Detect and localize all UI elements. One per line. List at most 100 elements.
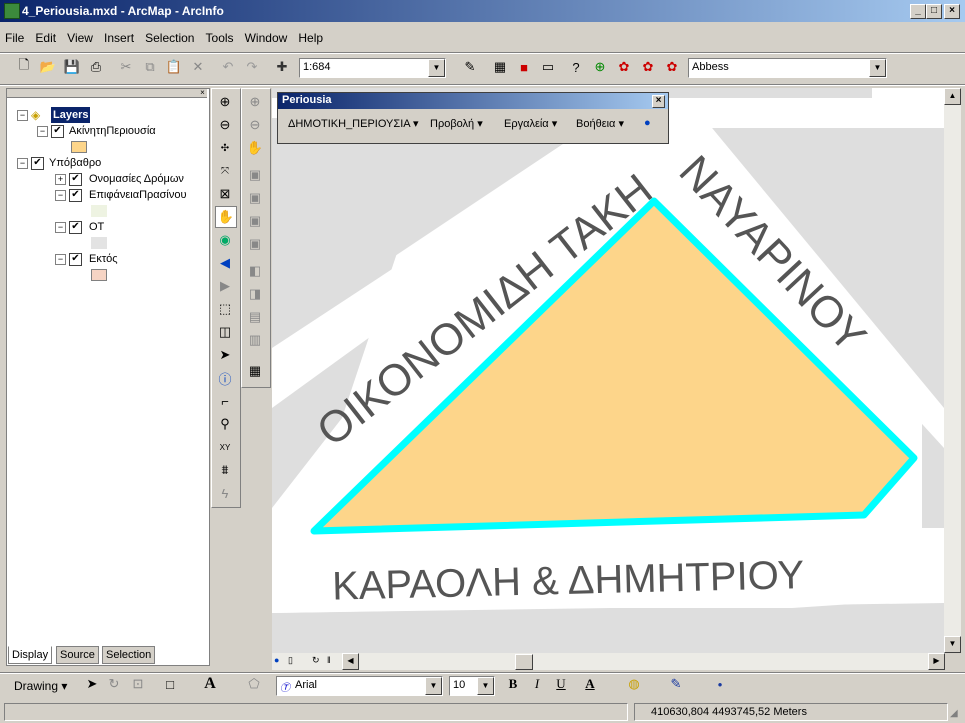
menu-tools[interactable]: Tools — [203, 28, 237, 48]
layers-root[interactable]: Layers — [51, 107, 91, 123]
chevron-down-icon[interactable]: ▼ — [477, 677, 494, 695]
scroll-down-icon[interactable]: ▼ — [944, 636, 961, 653]
toggle-draft-icon[interactable]: ▥ — [245, 330, 265, 350]
text-tool-icon[interactable]: A — [200, 674, 220, 694]
measure-icon[interactable]: ⩩ — [215, 460, 235, 480]
fixed-zoom-out-page-icon[interactable]: ▣ — [245, 234, 265, 254]
whats-this-icon[interactable]: ? — [566, 57, 586, 77]
previous-extent-icon[interactable]: ◧ — [245, 261, 265, 281]
font-size-combo[interactable]: 10 ▼ — [449, 676, 495, 696]
fixed-zoom-in-icon[interactable]: ✣ — [215, 138, 235, 158]
layer-ot[interactable]: ΟΤ — [89, 219, 104, 235]
zoom-in-icon[interactable]: ⊕ — [215, 92, 235, 112]
layer-ektos[interactable]: Εκτός — [89, 251, 118, 267]
layer-onomasies-dromon[interactable]: Ονομασίες Δρόμων — [89, 171, 184, 187]
label-weight-icon[interactable]: ✿ — [638, 57, 658, 77]
font-combo[interactable]: Ⓣ Arial ▼ — [276, 676, 443, 696]
layer-visibility-checkbox[interactable]: ✔ — [69, 173, 82, 186]
fill-color-icon[interactable]: ◍ — [624, 674, 644, 694]
layout-zoom-out-icon[interactable]: ⊖ — [245, 115, 265, 135]
tab-source[interactable]: Source — [56, 646, 99, 664]
chevron-down-icon[interactable]: ▼ — [425, 677, 442, 695]
collapse-icon[interactable]: − — [55, 222, 66, 233]
back-arrow-icon[interactable]: ◀ — [215, 253, 235, 273]
minimize-button[interactable]: _ — [910, 4, 926, 19]
arccatalog-icon[interactable]: ▦ — [490, 57, 510, 77]
menu-help[interactable]: Help — [295, 28, 326, 48]
print-icon[interactable]: ⎙ — [86, 57, 106, 77]
label-priority-icon[interactable]: ✿ — [662, 57, 682, 77]
close-button[interactable]: × — [944, 4, 960, 19]
periousia-toolbar-caption[interactable]: Periousia × — [278, 93, 668, 109]
paste-icon[interactable]: 📋 — [164, 57, 184, 77]
focus-data-frame-icon[interactable]: ▦ — [245, 361, 265, 381]
scroll-left-icon[interactable]: ◀ — [342, 653, 359, 670]
horizontal-scrollbar[interactable]: ● ▯ ↻ ‖ ◀ ▶ — [272, 653, 945, 670]
editor-toolbar-icon[interactable]: ✎ — [460, 57, 480, 77]
layer-visibility-checkbox[interactable]: ✔ — [31, 157, 44, 170]
layer-akinhth-periousia[interactable]: ΑκίνητηΠεριουσία — [69, 123, 156, 139]
collapse-icon[interactable]: − — [55, 190, 66, 201]
save-icon[interactable]: 💾 — [62, 57, 82, 77]
scroll-up-icon[interactable]: ▲ — [944, 88, 961, 105]
zoom-whole-page-icon[interactable]: ▣ — [245, 165, 265, 185]
zoom-to-selected-icon[interactable]: ⊡ — [128, 674, 148, 694]
zoom-out-icon[interactable]: ⊖ — [215, 115, 235, 135]
identify-info-icon[interactable]: ⓘ — [215, 368, 235, 388]
layer-symbol[interactable] — [91, 205, 107, 217]
layer-visibility-checkbox[interactable]: ✔ — [51, 125, 64, 138]
layer-visibility-checkbox[interactable]: ✔ — [69, 221, 82, 234]
map-view[interactable]: ΟΙΚΟΝΟΜΙΔΗ ΤΑΚΗ ΝΑΥΑΡΙΝΟΥ ΚΑΡΑΟΛΗ & ΔΗΜΗ… — [272, 88, 944, 653]
maximize-button[interactable]: □ — [926, 4, 942, 19]
layer-symbol[interactable] — [71, 141, 87, 153]
scroll-thumb[interactable] — [515, 654, 533, 670]
expand-icon[interactable]: + — [55, 174, 66, 185]
label-font-combo[interactable]: Abbess ▼ — [688, 58, 887, 78]
globe-icon[interactable]: ● — [644, 117, 651, 129]
zoom-percent-icon[interactable]: ▤ — [245, 307, 265, 327]
layer-visibility-checkbox[interactable]: ✔ — [69, 189, 82, 202]
layer-epifaneia-prasinou[interactable]: ΕπιφάνειαΠρασίνου — [89, 187, 187, 203]
lightning-icon[interactable]: ϟ — [215, 483, 235, 503]
menu-view[interactable]: View — [64, 28, 96, 48]
italic-icon[interactable]: I — [527, 674, 547, 694]
drawing-menu[interactable]: Drawing ▾ — [14, 679, 67, 693]
forward-arrow-icon[interactable]: ▶ — [215, 276, 235, 296]
menu-window[interactable]: Window — [242, 28, 291, 48]
chevron-down-icon[interactable]: ▼ — [869, 59, 886, 77]
delete-icon[interactable]: ✕ — [188, 57, 208, 77]
fixed-zoom-in-page-icon[interactable]: ▣ — [245, 211, 265, 231]
cut-icon[interactable]: ✂ — [116, 57, 136, 77]
arctoolbox-icon[interactable]: ■ — [514, 57, 534, 77]
refresh-icon[interactable]: ↻ — [312, 655, 322, 667]
scroll-right-icon[interactable]: ▶ — [928, 653, 945, 670]
menu-voitheia[interactable]: Βοήθεια ▾ — [576, 117, 624, 130]
map-scale-combo[interactable]: 1:684 ▼ — [299, 58, 446, 78]
command-line-icon[interactable]: ▭ — [538, 57, 558, 77]
menu-file[interactable]: File — [2, 28, 27, 48]
layout-zoom-in-icon[interactable]: ⊕ — [245, 92, 265, 112]
new-document-icon[interactable]: 🗋 — [14, 57, 34, 77]
find-binoculars-icon[interactable]: ⚲ — [215, 414, 235, 434]
menu-edit[interactable]: Edit — [32, 28, 59, 48]
select-features-icon[interactable]: ⬚ — [215, 299, 235, 319]
redo-icon[interactable]: ↷ — [242, 57, 262, 77]
collapse-icon[interactable]: − — [17, 110, 28, 121]
go-to-xy-icon[interactable]: XY — [215, 437, 235, 457]
rectangle-icon[interactable]: □ — [160, 674, 180, 694]
select-elements-arrow-icon[interactable]: ➤ — [215, 345, 235, 365]
tab-display[interactable]: Display — [8, 646, 53, 664]
open-folder-icon[interactable]: 📂 — [38, 57, 58, 77]
tab-selection[interactable]: Selection — [102, 646, 156, 664]
next-extent-icon[interactable]: ◨ — [245, 284, 265, 304]
data-view-icon[interactable]: ● — [274, 655, 284, 667]
menu-selection[interactable]: Selection — [142, 28, 197, 48]
close-icon[interactable]: × — [652, 95, 665, 108]
zoom-to-layer-icon[interactable]: ⊠ — [215, 184, 235, 204]
bold-icon[interactable]: B — [503, 674, 523, 694]
font-color-icon[interactable]: A — [580, 674, 600, 694]
select-arrow-icon[interactable]: ➤ — [82, 674, 102, 694]
toc-grip[interactable] — [7, 89, 207, 98]
edit-vertices-icon[interactable]: ⬠ — [244, 674, 264, 694]
collapse-icon[interactable]: − — [55, 254, 66, 265]
